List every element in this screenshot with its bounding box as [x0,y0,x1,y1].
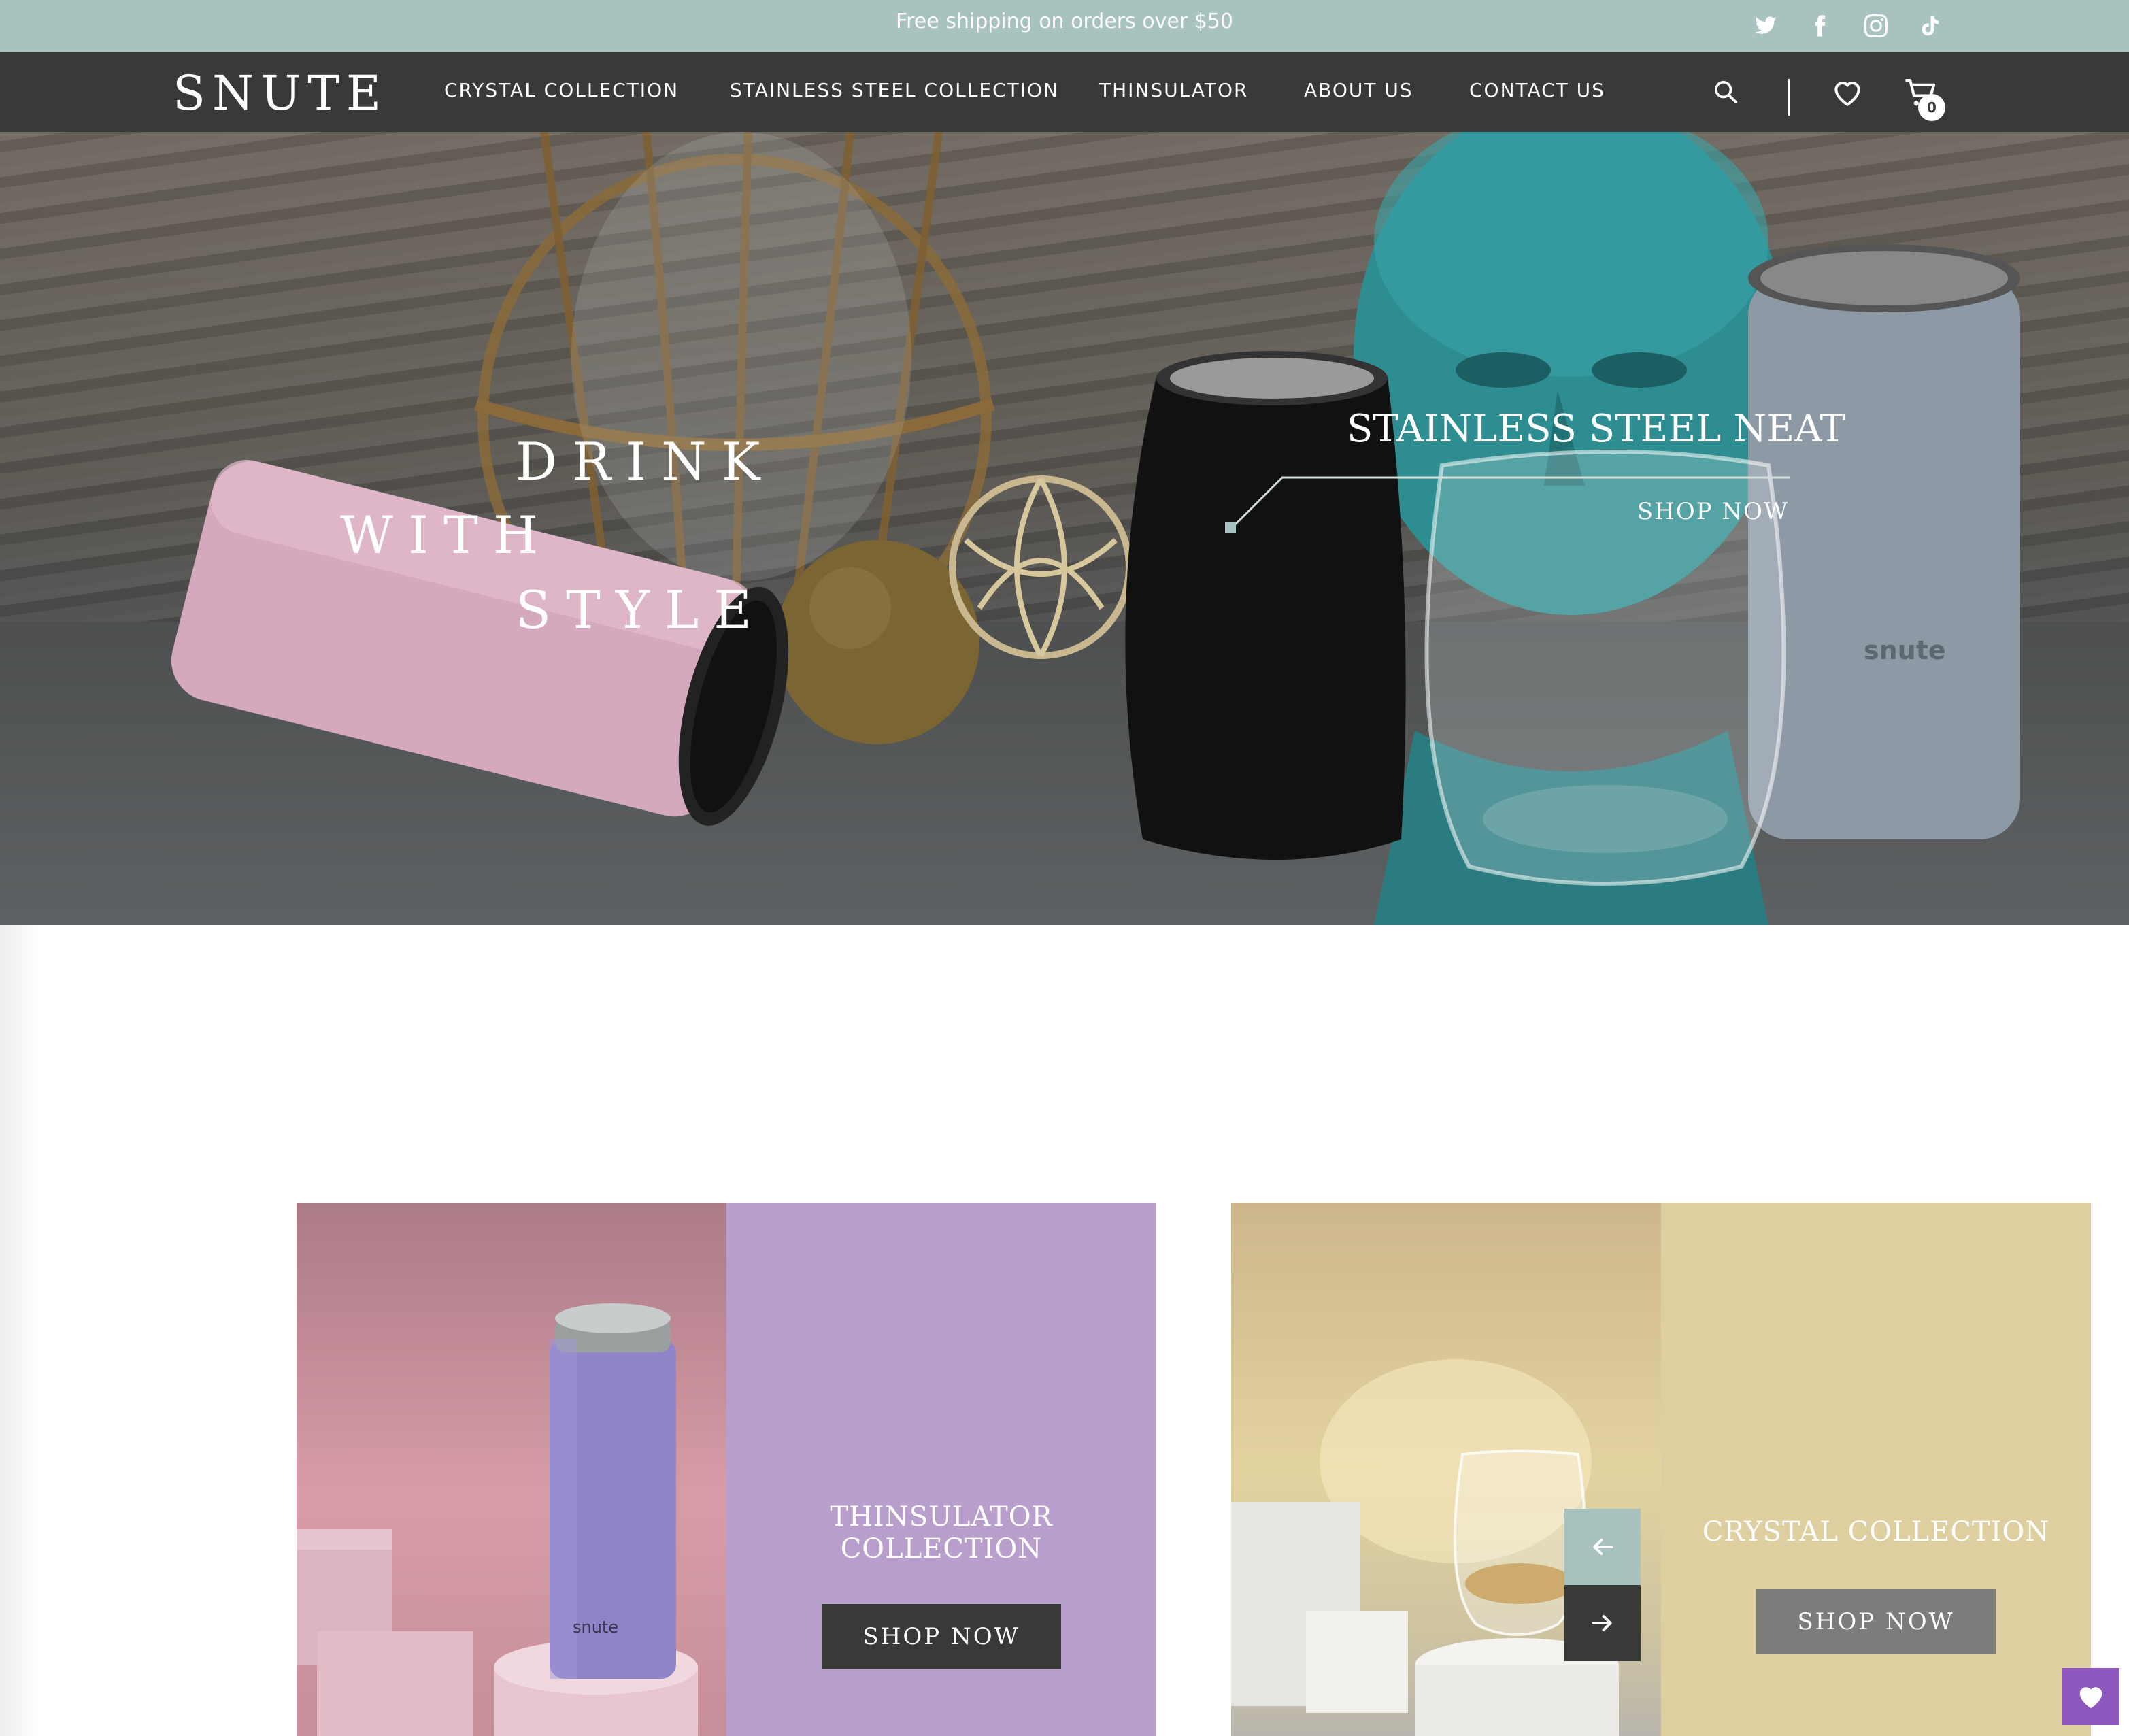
main-navigation: SNUTE CRYSTAL COLLECTION STAINLESS STEEL… [0,52,2129,132]
nav-contact-us[interactable]: CONTACT US [1469,79,1605,101]
nav-thinsulator[interactable]: THINSULATOR [1099,79,1248,101]
thinsulator-title-line1: THINSULATOR [830,1501,1053,1533]
nav-divider [1788,79,1790,116]
crystal-title: CRYSTAL COLLECTION [1702,1516,2050,1548]
twitter-icon[interactable] [1751,11,1781,41]
thinsulator-promo-panel: THINSULATOR COLLECTION SHOP NOW [726,1203,1156,1736]
arrow-right-icon [1592,1615,1612,1631]
hero-banner: DRINK WITH STYLE STAINLESS STEEL NEAT SH… [0,132,2129,925]
hero-product-scene [171,132,2020,925]
hero-headline-drink: DRINK [516,431,775,492]
can-cooler-brand-mark: snute [573,1618,619,1637]
crystal-promo-panel: CRYSTAL COLLECTION SHOP NOW [1661,1203,2091,1736]
thinsulator-shop-now-button[interactable]: SHOP NOW [822,1604,1061,1669]
search-icon[interactable] [1709,75,1743,109]
cart-count-badge: 0 [1918,94,1945,121]
floating-wishlist-button[interactable] [2062,1668,2119,1725]
nav-stainless-steel-collection[interactable]: STAINLESS STEEL COLLECTION [730,79,1059,101]
announcement-bar: Free shipping on orders over $50 [0,0,2129,52]
hero-headline-style: STYLE [516,580,767,640]
page-edge-shade [0,925,41,1736]
crystal-shop-now-button[interactable]: SHOP NOW [1756,1589,1996,1654]
nav-about-us[interactable]: ABOUT US [1304,79,1413,101]
heart-icon [2079,1687,2102,1709]
tiktok-icon[interactable] [1915,11,1945,41]
facebook-icon[interactable] [1805,11,1835,41]
instagram-icon[interactable] [1861,11,1891,41]
tumbler-brand-mark: snute [1864,635,1946,665]
nav-crystal-collection[interactable]: CRYSTAL COLLECTION [444,79,679,101]
wishlist-heart-icon[interactable] [1827,72,1868,113]
carousel-next-button[interactable] [1564,1585,1641,1661]
site-logo[interactable]: SNUTE [173,65,388,121]
hero-headline-with: WITH [340,505,554,565]
thinsulator-product-image[interactable]: snute [297,1203,726,1736]
thinsulator-title-line2: COLLECTION [840,1533,1043,1565]
hero-shop-now-link[interactable]: SHOP NOW [1637,498,1789,525]
arrow-left-icon [1593,1539,1613,1555]
carousel-prev-button[interactable] [1564,1509,1641,1585]
hero-product-title: STAINLESS STEEL NEAT [1347,407,1845,451]
